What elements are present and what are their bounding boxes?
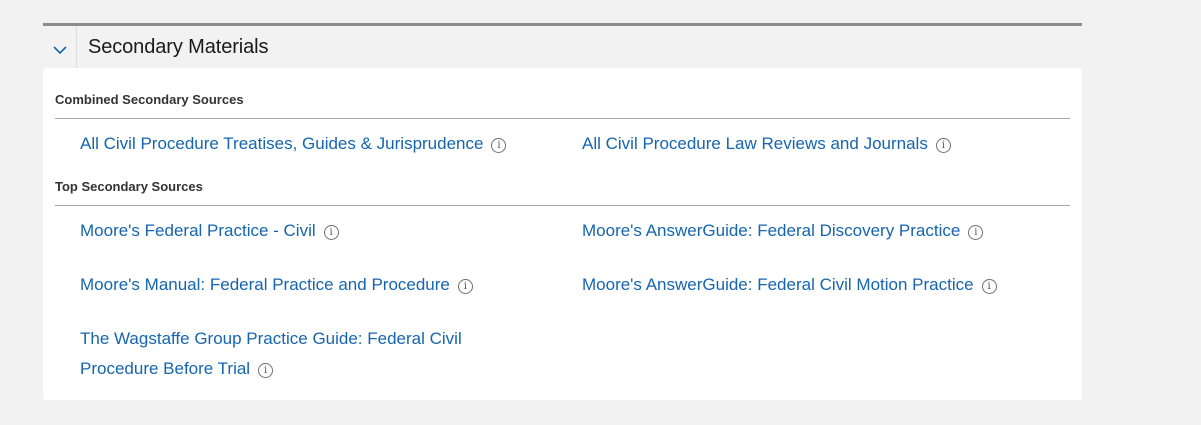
info-icon[interactable]: i bbox=[935, 138, 951, 153]
list-item: All Civil Procedure Law Reviews and Jour… bbox=[582, 119, 1084, 165]
info-icon[interactable]: i bbox=[258, 363, 274, 378]
secondary-materials-section: Secondary Materials Combined Secondary S… bbox=[43, 23, 1082, 400]
list-item: Moore's Manual: Federal Practice and Pro… bbox=[80, 256, 582, 310]
section-header[interactable]: Secondary Materials bbox=[43, 23, 1082, 68]
link-moores-discovery[interactable]: Moore's AnswerGuide: Federal Discovery P… bbox=[582, 221, 960, 240]
list-item: Moore's AnswerGuide: Federal Discovery P… bbox=[582, 206, 1084, 256]
chevron-down-icon[interactable] bbox=[52, 45, 67, 55]
info-icon[interactable]: i bbox=[323, 225, 339, 240]
combined-links: All Civil Procedure Treatises, Guides & … bbox=[55, 119, 1070, 165]
info-icon[interactable]: i bbox=[491, 138, 507, 153]
list-item: Moore's AnswerGuide: Federal Civil Motio… bbox=[582, 256, 1084, 310]
link-all-law-reviews[interactable]: All Civil Procedure Law Reviews and Jour… bbox=[582, 134, 928, 153]
top-links: Moore's Federal Practice - Civil i Moore'… bbox=[55, 206, 1070, 386]
materials-card: Combined Secondary Sources All Civil Pro… bbox=[43, 68, 1082, 400]
section-title: Secondary Materials bbox=[88, 35, 269, 58]
group-label-top: Top Secondary Sources bbox=[55, 165, 1070, 206]
link-all-treatises[interactable]: All Civil Procedure Treatises, Guides & … bbox=[80, 134, 483, 153]
link-moores-manual[interactable]: Moore's Manual: Federal Practice and Pro… bbox=[80, 275, 450, 294]
info-icon[interactable]: i bbox=[968, 225, 984, 240]
link-moores-motion[interactable]: Moore's AnswerGuide: Federal Civil Motio… bbox=[582, 275, 974, 294]
list-item: Moore's Federal Practice - Civil i bbox=[80, 206, 582, 256]
list-item: All Civil Procedure Treatises, Guides & … bbox=[80, 119, 582, 165]
collapse-toggle[interactable] bbox=[43, 26, 77, 68]
info-icon[interactable]: i bbox=[457, 279, 473, 294]
info-icon[interactable]: i bbox=[981, 279, 997, 294]
list-item: The Wagstaffe Group Practice Guide: Fede… bbox=[80, 310, 582, 386]
group-label-combined: Combined Secondary Sources bbox=[55, 78, 1070, 119]
link-moores-federal-practice[interactable]: Moore's Federal Practice - Civil bbox=[80, 221, 316, 240]
